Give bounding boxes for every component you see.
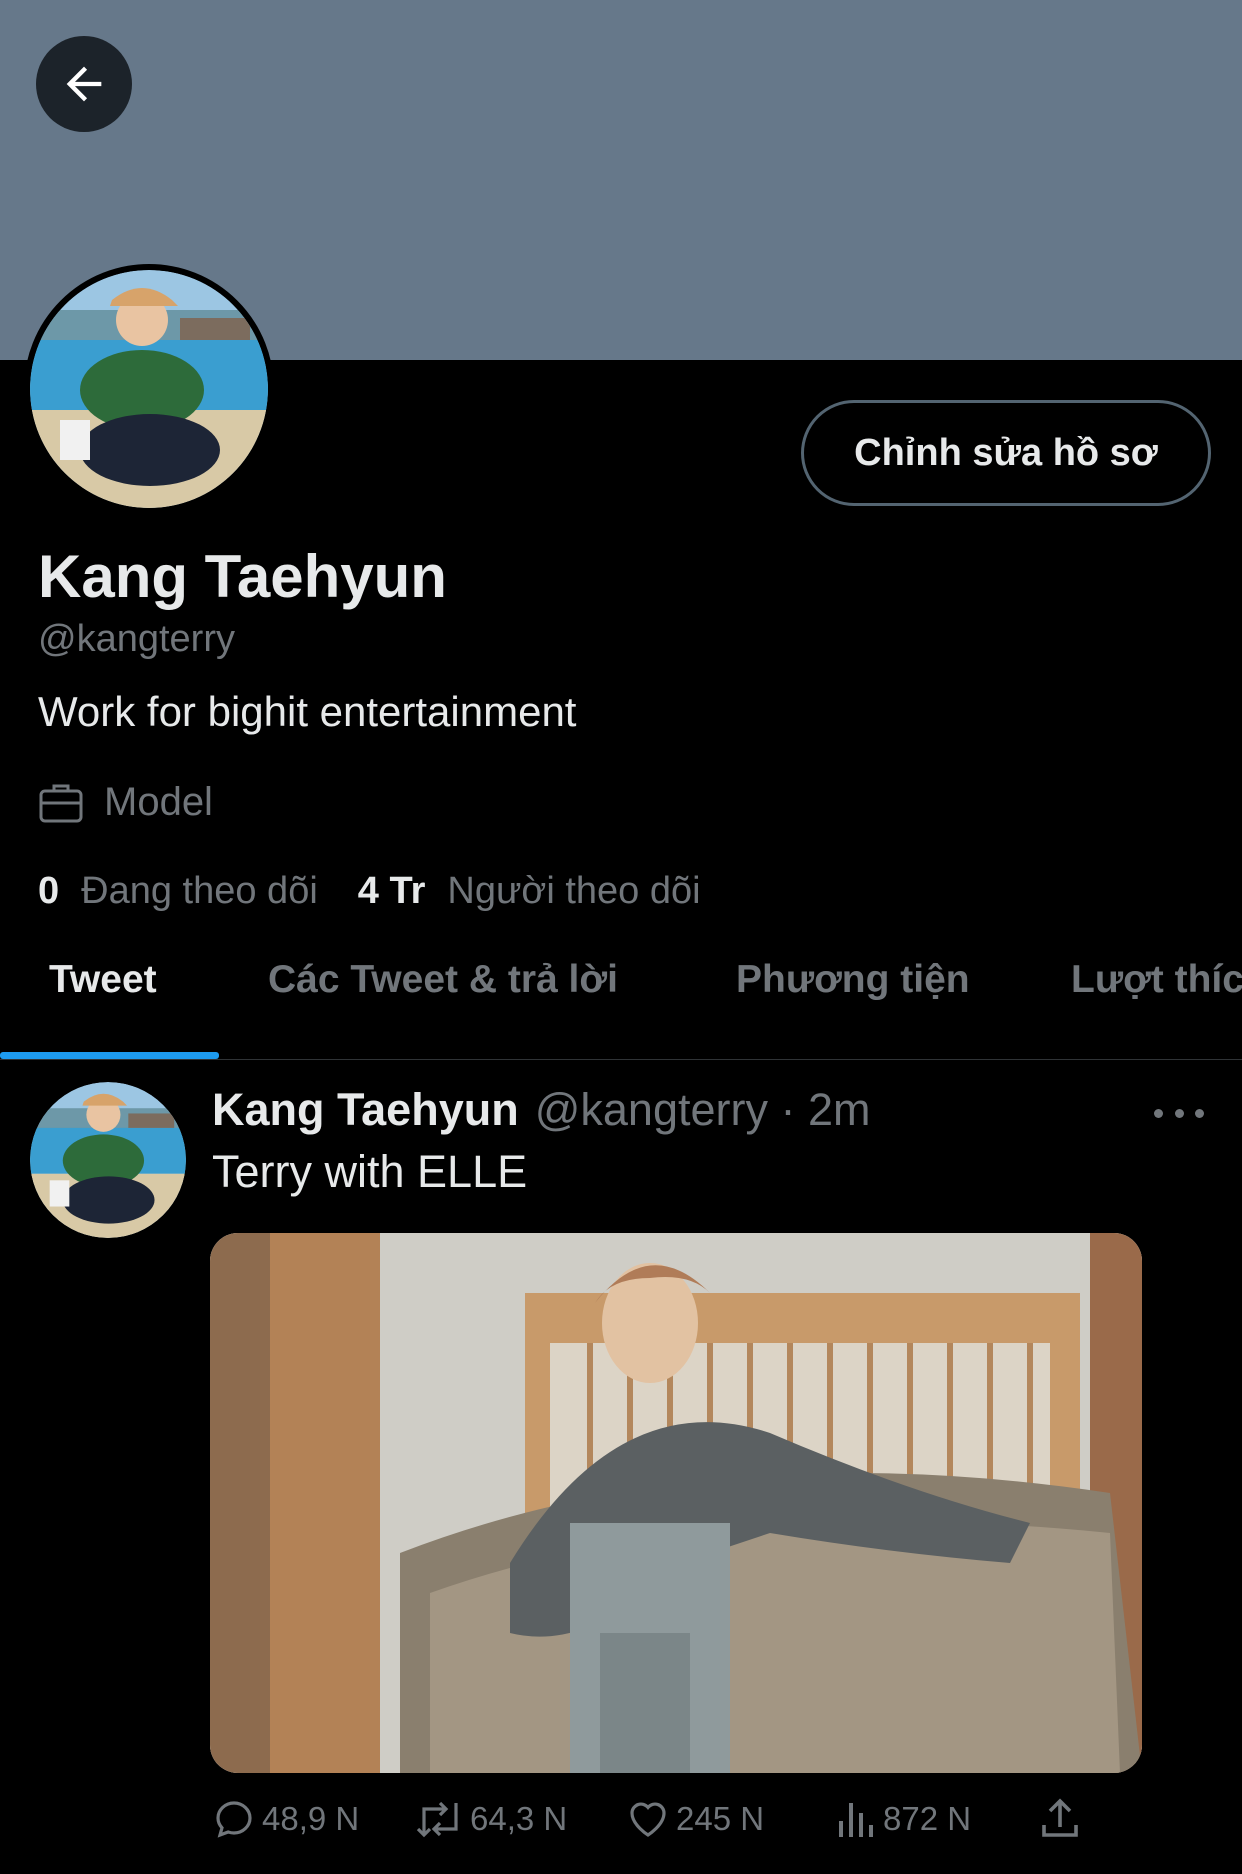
tab-tweets-and-replies[interactable]: Các Tweet & trả lời bbox=[268, 958, 618, 1002]
tweet-media-image[interactable] bbox=[210, 1233, 1142, 1773]
dot-icon bbox=[1174, 1108, 1184, 1118]
heart-icon bbox=[630, 1802, 666, 1837]
following-link[interactable]: 0 Đang theo dõi bbox=[38, 870, 318, 913]
tab-media[interactable]: Phương tiện bbox=[736, 958, 970, 1002]
followers-link[interactable]: 4 Tr Người theo dõi bbox=[358, 870, 701, 913]
share-icon bbox=[1042, 1798, 1078, 1837]
avatar-photo bbox=[30, 270, 268, 508]
like-count: 245 N bbox=[676, 1800, 765, 1837]
tweet-header: Kang Taehyun @kangterry · 2m bbox=[212, 1084, 870, 1136]
followers-label: Người theo dõi bbox=[447, 870, 701, 912]
profession-label: Model bbox=[104, 780, 213, 824]
tweet-text: Terry with ELLE bbox=[212, 1146, 528, 1197]
share-button[interactable] bbox=[1036, 1795, 1084, 1843]
dot-icon bbox=[1154, 1108, 1163, 1118]
tab-tweets[interactable]: Tweet bbox=[49, 958, 157, 1002]
profile-bio: Work for bighit entertainment bbox=[38, 688, 577, 735]
profile-display-name: Kang Taehyun bbox=[38, 543, 447, 610]
avatar-photo bbox=[30, 1082, 186, 1238]
reply-icon bbox=[216, 1801, 252, 1838]
like-button[interactable]: 245 N bbox=[624, 1795, 764, 1843]
tweet-author-name[interactable]: Kang Taehyun bbox=[212, 1084, 519, 1136]
tweet-actions: 48,9 N 64,3 N 245 N 872 N bbox=[210, 1795, 1142, 1855]
briefcase-icon bbox=[39, 784, 83, 822]
profile-tabs: Tweet Các Tweet & trả lời Phương tiện Lư… bbox=[0, 940, 1242, 1060]
dot-icon bbox=[1195, 1108, 1204, 1118]
following-count: 0 bbox=[38, 870, 60, 912]
arrow-left-icon bbox=[66, 66, 102, 102]
reply-count: 48,9 N bbox=[262, 1800, 360, 1837]
reply-button[interactable]: 48,9 N bbox=[210, 1795, 359, 1843]
follow-stats: 0 Đang theo dõi 4 Tr Người theo dõi bbox=[38, 870, 741, 913]
tweet-meta: @kangterry · 2m bbox=[534, 1084, 871, 1135]
profile-profession: Model bbox=[38, 780, 213, 825]
tweet-author-avatar[interactable] bbox=[30, 1082, 186, 1238]
retweet-count: 64,3 N bbox=[470, 1800, 568, 1837]
tab-likes[interactable]: Lượt thích bbox=[1071, 958, 1242, 1002]
followers-count: 4 Tr bbox=[357, 870, 426, 912]
tweet-photo bbox=[210, 1233, 1142, 1773]
back-button[interactable] bbox=[36, 36, 132, 132]
more-options-button[interactable] bbox=[1154, 1098, 1204, 1128]
profile-avatar[interactable] bbox=[24, 264, 274, 514]
active-tab-indicator bbox=[0, 1052, 219, 1059]
retweet-button[interactable]: 64,3 N bbox=[414, 1795, 567, 1843]
retweet-icon bbox=[416, 1801, 458, 1838]
profile-handle: @kangterry bbox=[38, 618, 235, 660]
view-count: 872 N bbox=[883, 1800, 972, 1837]
analytics-icon bbox=[839, 1803, 873, 1837]
edit-profile-button[interactable]: Chỉnh sửa hồ sơ bbox=[801, 400, 1211, 506]
following-label: Đang theo dõi bbox=[81, 870, 318, 912]
views-button[interactable]: 872 N bbox=[835, 1795, 971, 1843]
